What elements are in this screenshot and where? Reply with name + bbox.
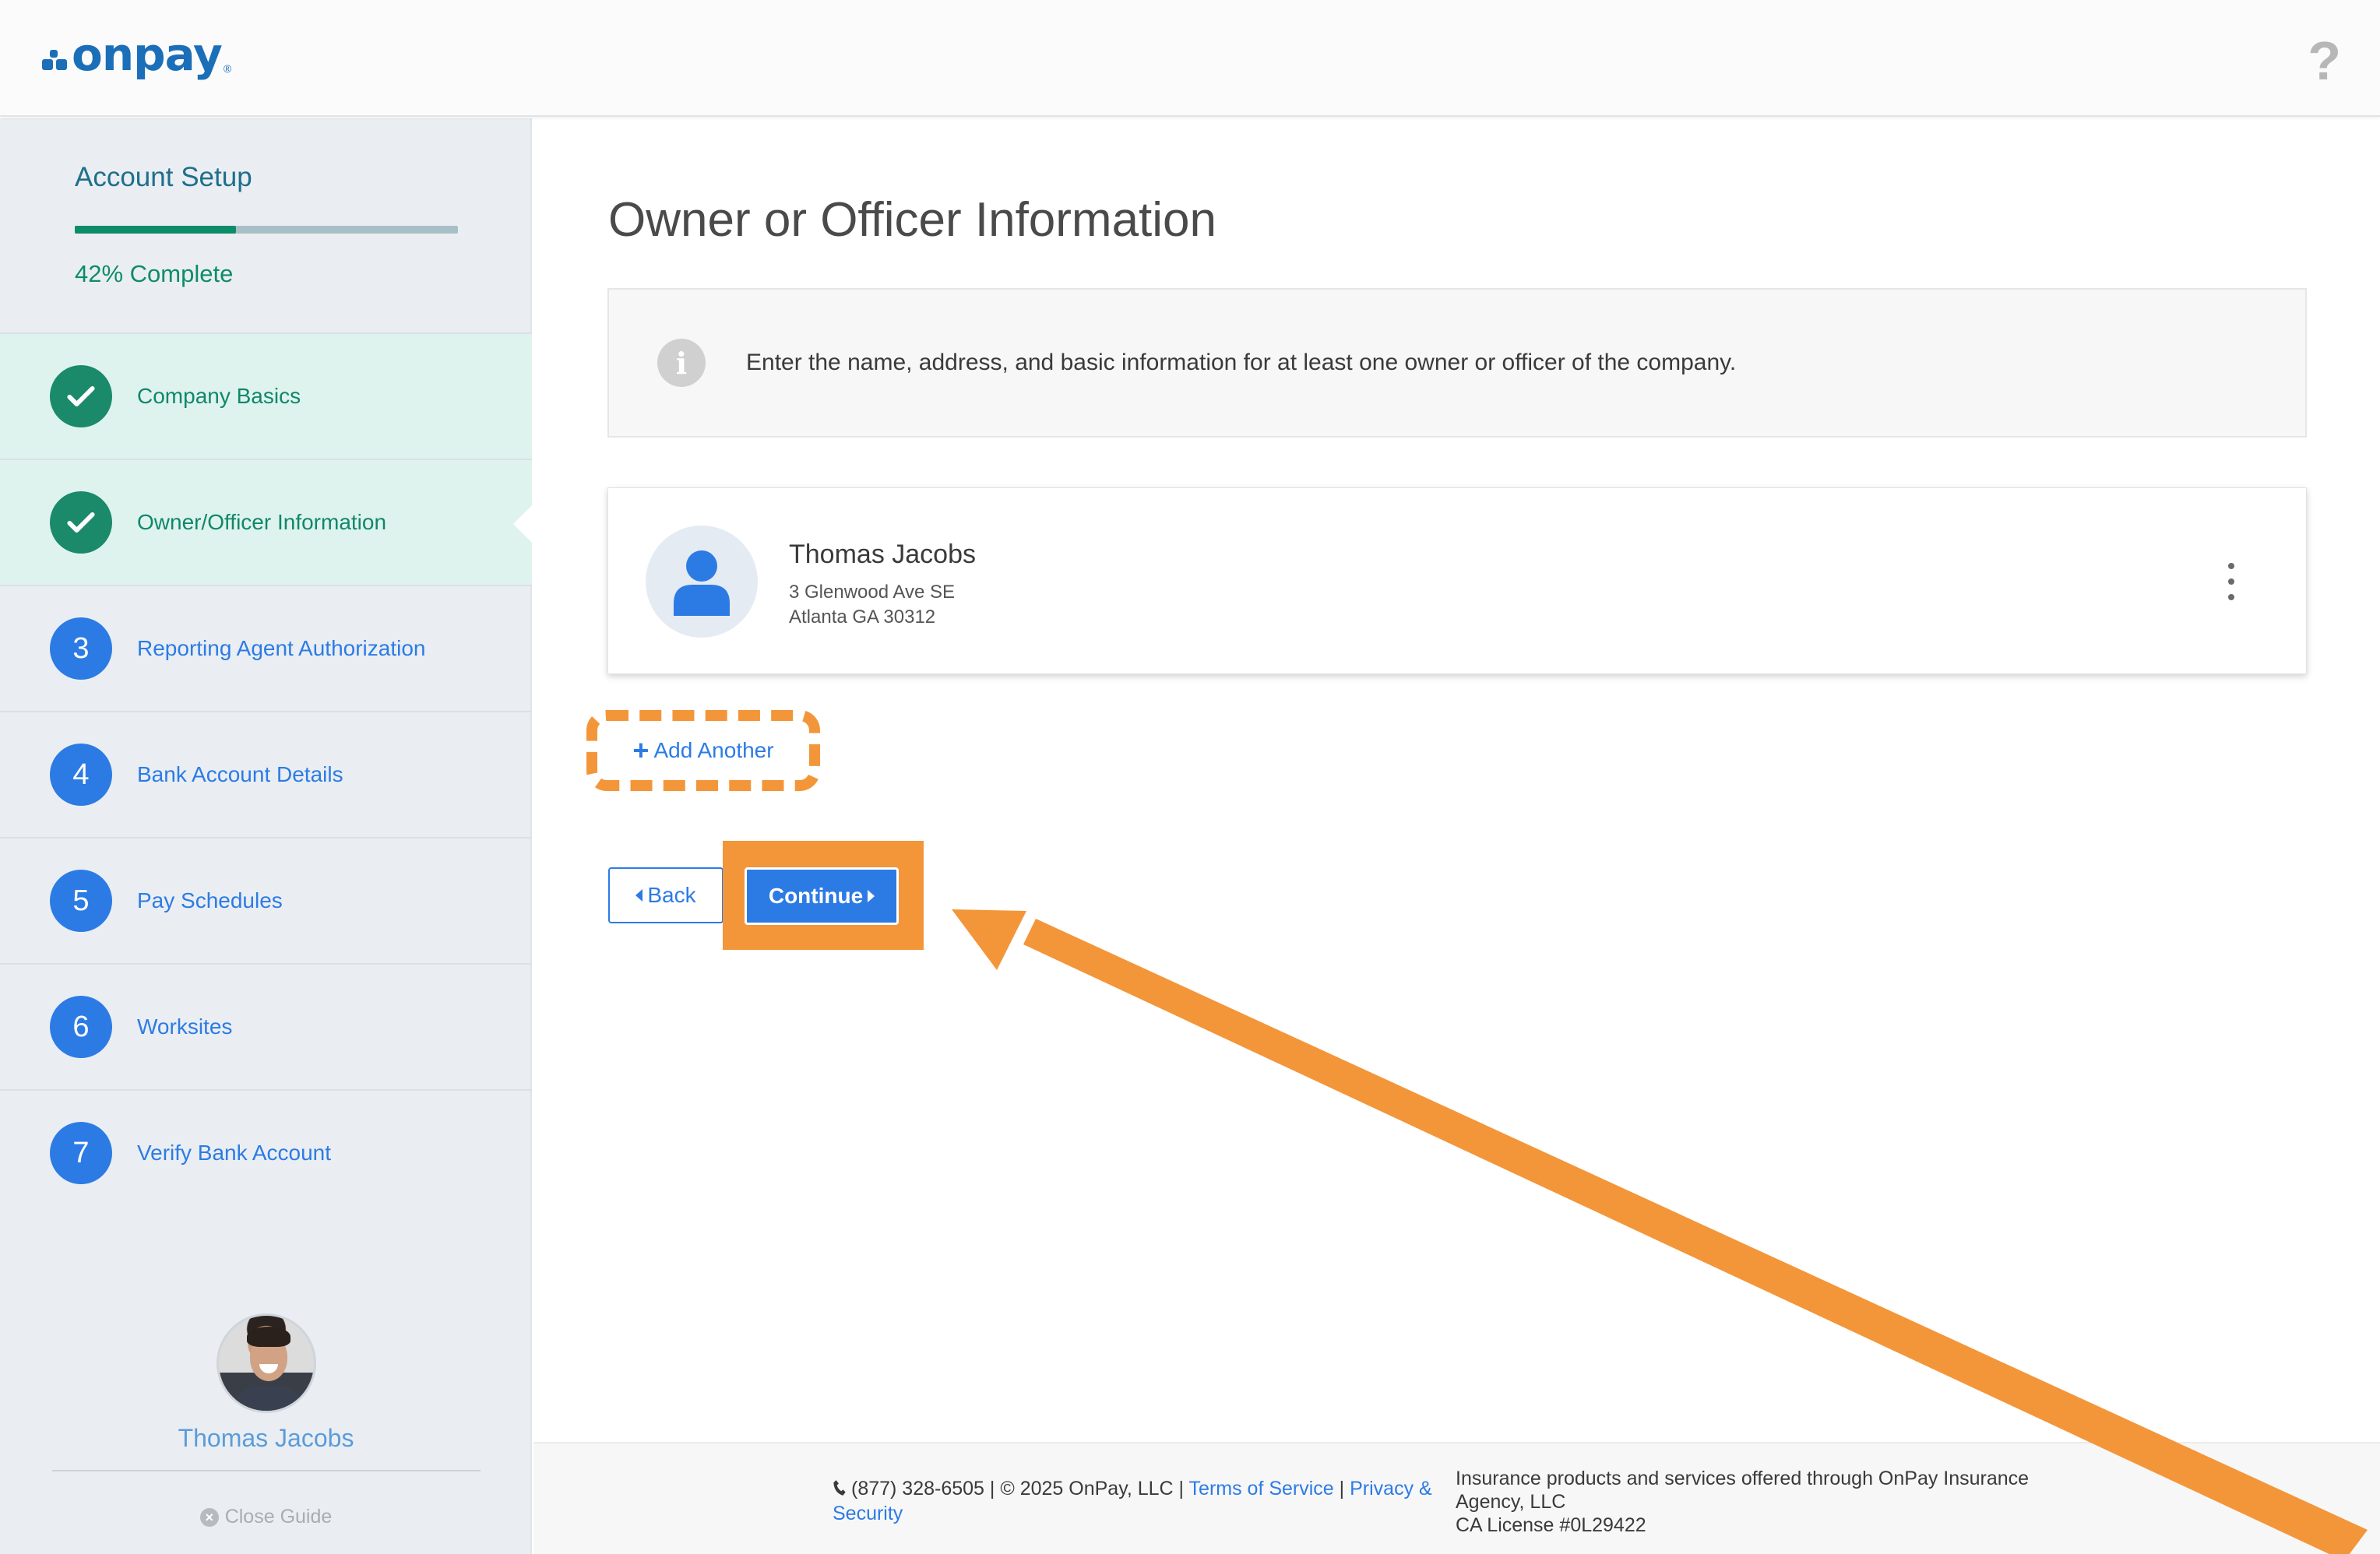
divider [51, 1470, 481, 1471]
footer-contact: (877) 328-6505 | © 2025 OnPay, LLC | Ter… [833, 1476, 1440, 1526]
setup-guide-sidebar: Account Setup 42% Complete Company Basic… [0, 118, 533, 1554]
step-number-badge: 6 [50, 996, 112, 1058]
back-button[interactable]: Back [608, 867, 724, 923]
logo-registered-mark: ® [223, 62, 232, 75]
step-label: Owner/Officer Information [137, 510, 387, 534]
step-label: Pay Schedules [137, 888, 283, 912]
more-options-icon[interactable] [2223, 563, 2239, 600]
step-reporting-agent-authorization[interactable]: 3 Reporting Agent Authorization [0, 585, 532, 711]
license-text: CA License #0L29422 [1456, 1514, 1646, 1536]
step-pay-schedules[interactable]: 5 Pay Schedules [0, 837, 532, 963]
continue-label: Continue [768, 884, 864, 908]
step-number-badge: 5 [50, 870, 112, 932]
footer-separator: | [1333, 1478, 1350, 1500]
caret-left-icon [635, 889, 643, 902]
back-label: Back [647, 883, 696, 907]
step-number-badge: 3 [50, 617, 112, 680]
setup-progress-fill [75, 226, 236, 234]
logo-text: onpay [72, 28, 223, 81]
terms-of-service-link[interactable]: Terms of Service [1189, 1478, 1334, 1500]
step-bank-account-details[interactable]: 4 Bank Account Details [0, 711, 532, 837]
insurance-line2: Agency, LLC [1456, 1491, 1566, 1513]
person-icon [646, 526, 758, 638]
page-title: Owner or Officer Information [608, 193, 1217, 247]
help-icon[interactable]: ? [2308, 30, 2341, 92]
footer-phone: (877) 328-6505 [851, 1478, 984, 1500]
logo-mark-icon [42, 39, 69, 70]
step-number-badge: 4 [50, 744, 112, 806]
owner-name: Thomas Jacobs [789, 540, 976, 569]
step-worksites[interactable]: 6 Worksites [0, 963, 532, 1089]
footer-insurance: Insurance products and services offered … [1456, 1467, 2094, 1537]
info-text: Enter the name, address, and basic infor… [746, 350, 1737, 375]
owner-card[interactable]: Thomas Jacobs 3 Glenwood Ave SE Atlanta … [607, 487, 2307, 674]
footer-copyright: | © 2025 OnPay, LLC | [984, 1478, 1189, 1500]
step-label: Verify Bank Account [137, 1141, 332, 1165]
onpay-logo[interactable]: onpay ® [42, 31, 231, 78]
page-footer: (877) 328-6505 | © 2025 OnPay, LLC | Ter… [533, 1442, 2380, 1554]
step-verify-bank-account[interactable]: 7 Verify Bank Account [0, 1089, 532, 1215]
owner-address-line1: 3 Glenwood Ave SE [789, 582, 956, 603]
setup-steps-list: Company Basics Owner/Officer Information… [0, 332, 533, 1215]
setup-progress-bar [75, 226, 458, 234]
avatar [216, 1313, 316, 1413]
check-icon [50, 491, 112, 554]
insurance-line1: Insurance products and services offered … [1456, 1468, 2030, 1489]
progress-percent-text: 42% Complete [75, 260, 234, 287]
info-icon: i [657, 339, 706, 387]
step-number-badge: 7 [50, 1122, 112, 1184]
phone-icon [833, 1480, 846, 1496]
owner-address-line2: Atlanta GA 30312 [789, 606, 936, 628]
step-owner-officer-information[interactable]: Owner/Officer Information [0, 459, 533, 585]
step-label: Reporting Agent Authorization [137, 636, 426, 660]
step-label: Worksites [137, 1014, 233, 1039]
account-setup-title: Account Setup [75, 162, 252, 192]
continue-button[interactable]: Continue [745, 867, 899, 925]
add-another-label: Add Another [653, 738, 774, 762]
step-label: Company Basics [137, 384, 301, 408]
add-another-button[interactable]: + Add Another [586, 710, 820, 791]
close-circle-icon: × [199, 1507, 219, 1527]
profile-name: Thomas Jacobs [178, 1424, 354, 1452]
caret-right-icon [868, 890, 875, 902]
step-company-basics[interactable]: Company Basics [0, 332, 532, 459]
close-guide-button[interactable]: × Close Guide [199, 1506, 333, 1528]
close-guide-label: Close Guide [224, 1506, 333, 1528]
info-callout: i Enter the name, address, and basic inf… [607, 288, 2307, 438]
step-label: Bank Account Details [137, 762, 343, 786]
user-profile: Thomas Jacobs × Close Guide [0, 1313, 532, 1528]
plus-icon: + [632, 734, 650, 766]
check-icon [50, 365, 112, 427]
top-header: onpay ® ? [0, 0, 2380, 117]
main-content: Owner or Officer Information i Enter the… [533, 118, 2380, 1554]
